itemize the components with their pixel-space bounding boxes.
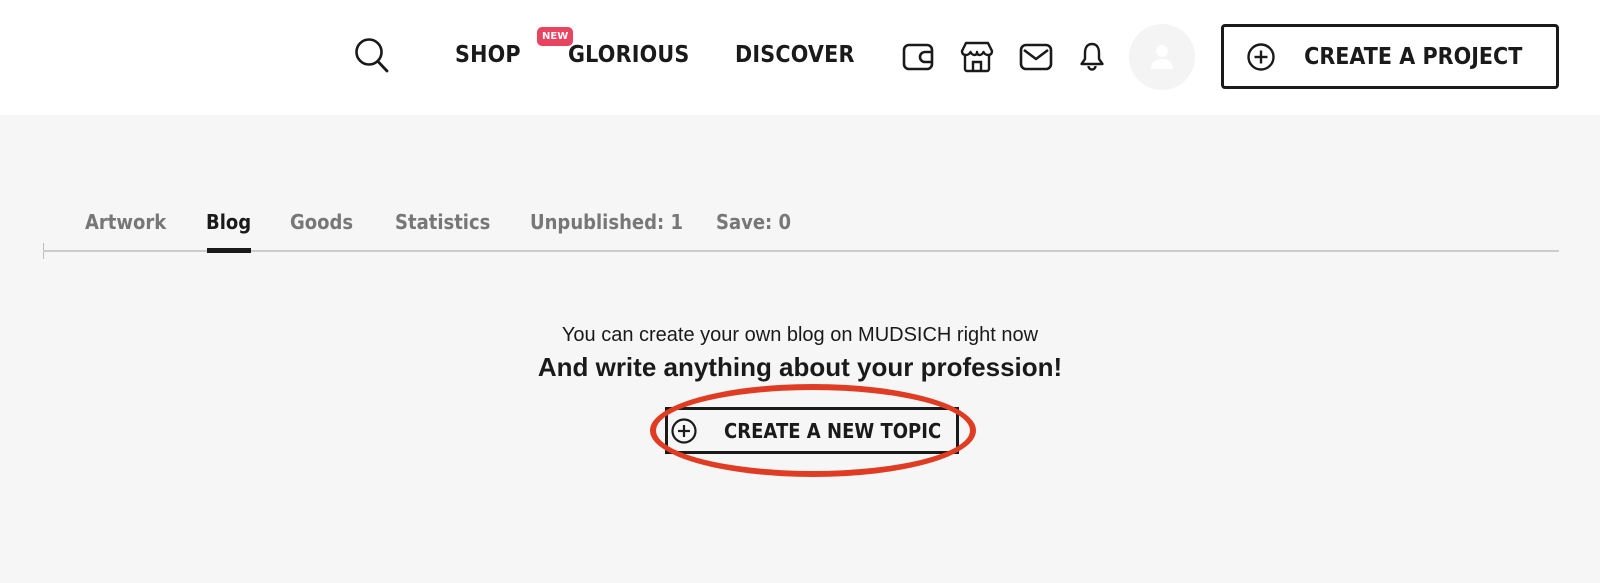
tab-statistics[interactable]: Statistics [395, 210, 490, 234]
tabs-divider [43, 250, 1559, 252]
mail-button[interactable] [1019, 40, 1053, 74]
empty-state-headline: And write anything about your profession… [537, 352, 1063, 382]
tab-save[interactable]: Save: 0 [716, 210, 791, 234]
empty-state-message: You can create your own blog on MUDSICH … [561, 324, 1039, 346]
nav-glorious[interactable]: GLORIOUS [568, 42, 689, 68]
create-new-topic-button[interactable]: CREATE A NEW TOPIC [665, 407, 959, 454]
tab-unpublished[interactable]: Unpublished: 1 [530, 210, 683, 234]
user-avatar[interactable] [1129, 24, 1195, 90]
notifications-button[interactable] [1077, 40, 1107, 74]
top-header: SHOP NEW GLORIOUS DISCOVER CREATE A PROJ… [0, 0, 1600, 115]
profile-tabs: Artwork Blog Goods Statistics Unpublishe… [43, 200, 1559, 259]
nav-discover[interactable]: DISCOVER [735, 42, 855, 68]
tab-artwork[interactable]: Artwork [85, 210, 166, 234]
mail-icon [1019, 43, 1053, 71]
user-icon [1151, 45, 1173, 69]
active-tab-indicator [207, 248, 251, 253]
create-new-topic-label: CREATE A NEW TOPIC [724, 418, 942, 443]
plus-circle-icon [671, 417, 697, 444]
wallet-icon [902, 43, 934, 71]
nav-shop[interactable]: SHOP [455, 42, 521, 68]
store-button[interactable] [960, 40, 994, 74]
plus-circle-icon [1247, 42, 1275, 71]
search-icon [355, 38, 389, 73]
wallet-button[interactable] [901, 40, 935, 74]
store-icon [960, 41, 994, 73]
search-button[interactable] [352, 36, 392, 76]
tab-goods[interactable]: Goods [290, 210, 353, 234]
blog-empty-state: You can create your own blog on MUDSICH … [0, 320, 1600, 384]
create-project-label: CREATE A PROJECT [1303, 43, 1523, 70]
create-project-button[interactable]: CREATE A PROJECT [1221, 24, 1559, 89]
tab-blog[interactable]: Blog [206, 210, 251, 234]
bell-icon [1080, 42, 1104, 71]
